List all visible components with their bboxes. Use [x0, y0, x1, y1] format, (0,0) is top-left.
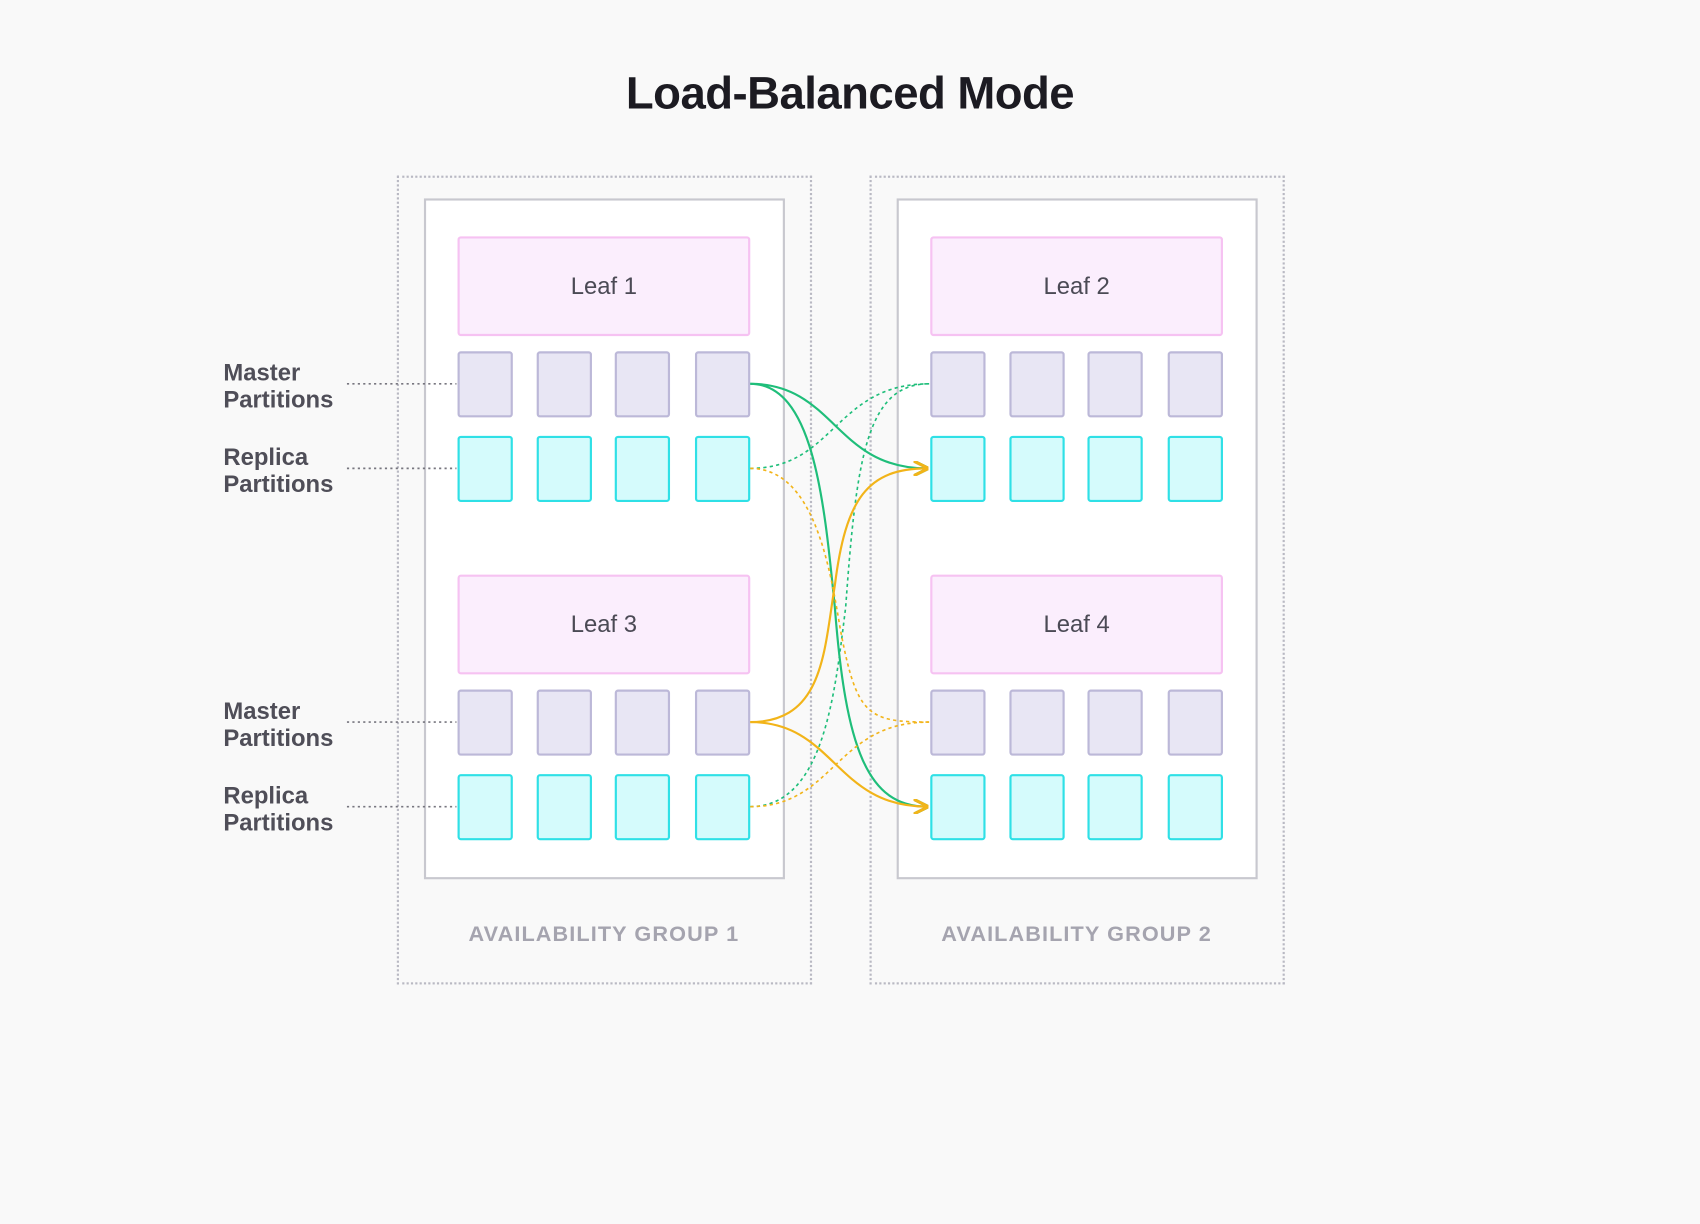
replication-links	[346, 382, 930, 1224]
leaf1-to-leaf4-replication-line	[750, 382, 927, 807]
leaf2-master-to-leaf3-replica-line	[750, 382, 930, 808]
leaf4-master-to-leaf1-replica-line	[750, 467, 930, 723]
leaf2-master-to-leaf1-replica-line	[750, 382, 930, 470]
leaf1-to-leaf2-replication-line	[750, 382, 927, 469]
load-balanced-diagram: Load-Balanced Mode AVAILABILITY GROUP 1 …	[0, 0, 1700, 1224]
leaf3-to-leaf4-replication-line	[750, 720, 927, 807]
leaf4-master-to-leaf3-replica-line	[750, 721, 930, 808]
leaf3-to-leaf2-replication-line	[750, 468, 927, 724]
